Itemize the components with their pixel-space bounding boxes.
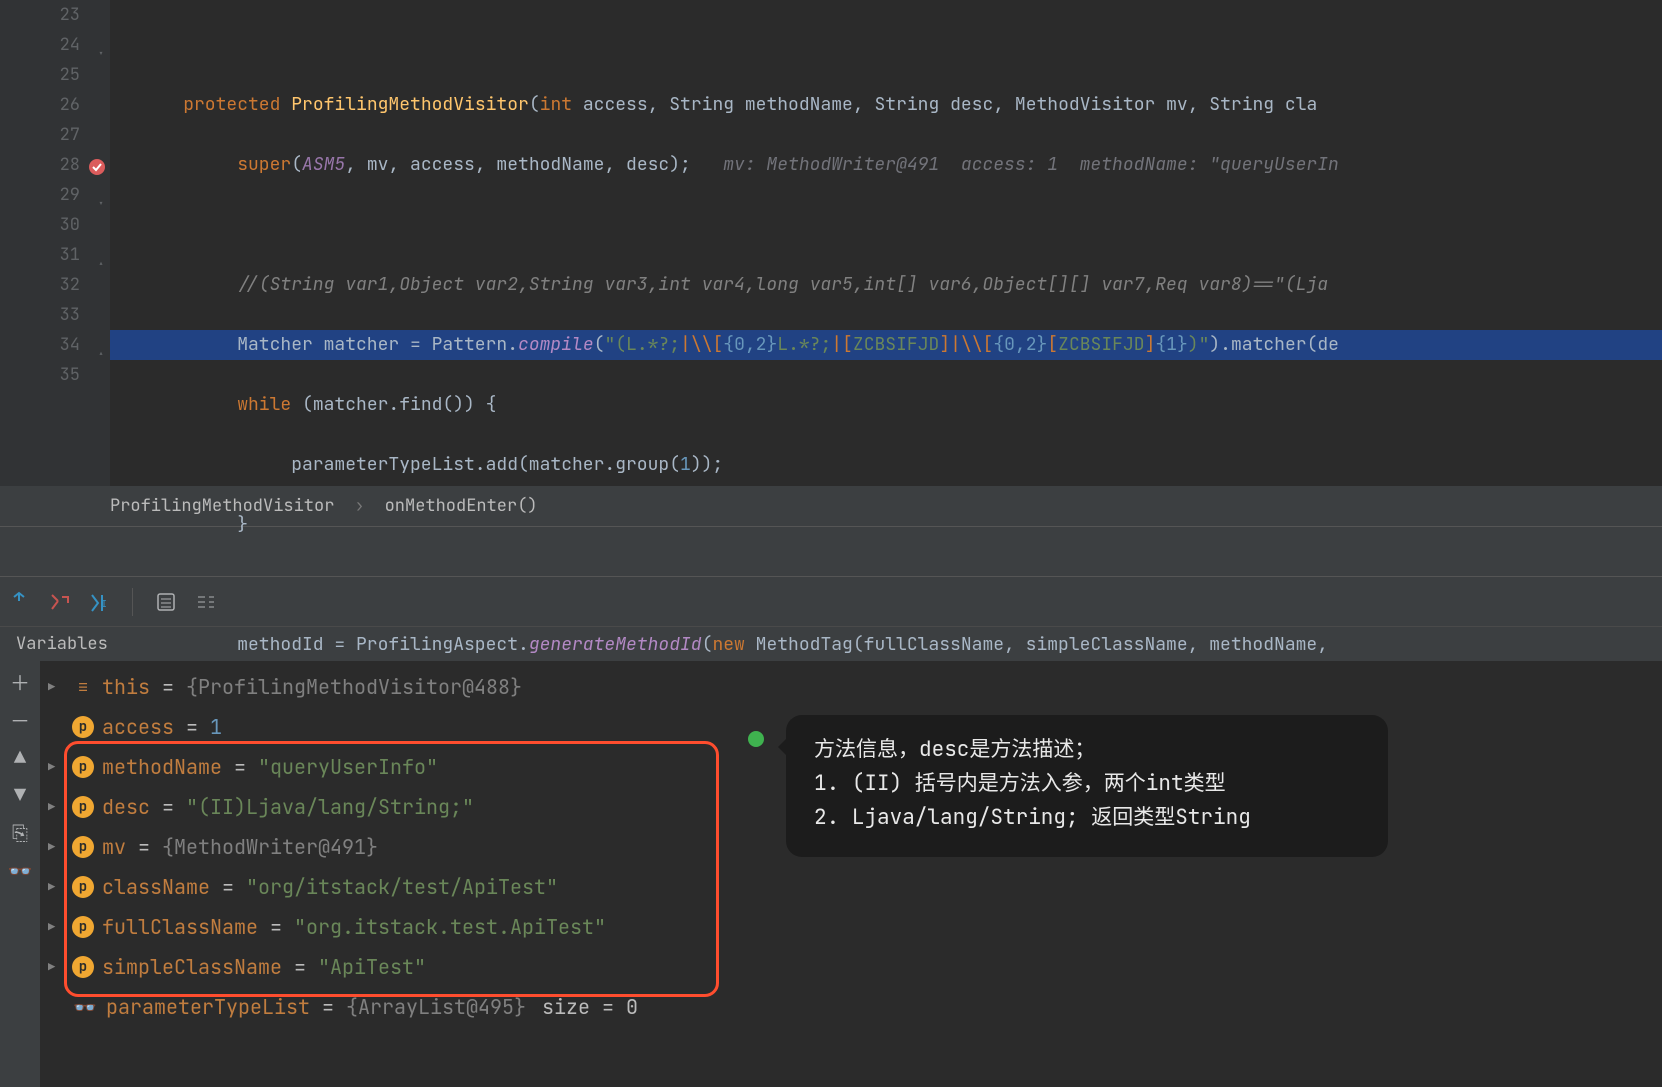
gutter-line: 24▾ [0, 30, 80, 60]
add-icon[interactable]: ＋ [10, 671, 30, 691]
variable-row[interactable]: ▶ ≡ this = {ProfilingMethodVisitor@488} [0, 667, 1662, 707]
watch-icon[interactable] [195, 591, 217, 613]
editor-gutter: 23 24▾ 25 26 27 28 29▾ 30 31▴ 32 33 34▴ … [0, 0, 110, 486]
stop-icon[interactable] [48, 591, 70, 613]
svg-text:I: I [101, 597, 107, 610]
breakpoint-icon[interactable] [88, 156, 106, 174]
code-body[interactable]: protected ProfilingMethodVisitor(int acc… [110, 0, 1662, 486]
gutter-line: 26 [0, 90, 80, 120]
variable-row[interactable]: 👓 parameterTypeList = {ArrayList@495} si… [0, 987, 1662, 1027]
gutter-line: 34▴ [0, 330, 80, 360]
down-icon[interactable]: ▼ [10, 785, 30, 805]
fold-icon[interactable]: ▴ [92, 339, 104, 351]
param-icon: p [72, 956, 94, 978]
param-icon: p [72, 716, 94, 738]
code-line-current: Matcher matcher = Pattern.compile("(L.*?… [110, 330, 1662, 360]
fold-icon[interactable]: ▴ [92, 249, 104, 261]
variable-row[interactable]: ▶ p simpleClassName = "ApiTest" [0, 947, 1662, 987]
fold-icon[interactable]: ▾ [92, 39, 104, 51]
code-line: parameterTypeList.add(matcher.group(1)); [140, 450, 1662, 480]
up-icon[interactable]: ▲ [10, 747, 30, 767]
variables-sidebar: ＋ － ▲ ▼ ⎘ 👓 [0, 661, 40, 1087]
code-line: protected ProfilingMethodVisitor(int acc… [140, 90, 1662, 120]
param-icon: p [72, 836, 94, 858]
expand-icon[interactable]: ▶ [48, 919, 64, 935]
step-into-icon[interactable]: I [88, 591, 110, 613]
code-line: //(String var1,Object var2,String var3,i… [140, 270, 1662, 300]
remove-icon[interactable]: － [10, 709, 30, 729]
variables-panel: ＋ － ▲ ▼ ⎘ 👓 ▶ ≡ this = {ProfilingMethodV… [0, 661, 1662, 1087]
gutter-line: 23 [0, 0, 80, 30]
gutter-line: 31▴ [0, 240, 80, 270]
field-icon: 👓 [72, 995, 98, 1020]
gutter-line: 32 [0, 270, 80, 300]
annotation-tooltip: 方法信息，desc是方法描述； 1. (II) 括号内是方法入参，两个int类型… [786, 715, 1388, 857]
fold-icon[interactable]: ▾ [92, 189, 104, 201]
code-line: methodId = ProfilingAspect.generateMetho… [140, 630, 1662, 660]
glasses-icon[interactable]: 👓 [10, 861, 30, 881]
expand-icon[interactable]: ▶ [48, 839, 64, 855]
code-line [140, 30, 1662, 60]
gutter-line: 30 [0, 210, 80, 240]
gutter-line: 27 [0, 120, 80, 150]
restart-icon[interactable] [8, 591, 30, 613]
expand-icon[interactable]: ▶ [48, 959, 64, 975]
gutter-line: 29▾ [0, 180, 80, 210]
code-line: while (matcher.find()) { [140, 390, 1662, 420]
this-icon: ≡ [72, 676, 94, 698]
code-line [140, 210, 1662, 240]
separator [132, 588, 133, 616]
expand-icon[interactable]: ▶ [48, 679, 64, 695]
tooltip-line: 1. (II) 括号内是方法入参，两个int类型 [814, 767, 1362, 801]
gutter-line: 33 [0, 300, 80, 330]
param-icon: p [72, 916, 94, 938]
editor-area: 23 24▾ 25 26 27 28 29▾ 30 31▴ 32 33 34▴ … [0, 0, 1662, 486]
gutter-line: 28 [0, 150, 80, 180]
code-line: } [140, 510, 1662, 540]
variable-row[interactable]: ▶ p className = "org/itstack/test/ApiTes… [0, 867, 1662, 907]
param-icon: p [72, 756, 94, 778]
expand-icon[interactable]: ▶ [48, 759, 64, 775]
gutter-line [0, 390, 80, 420]
gutter-line: 35 [0, 360, 80, 390]
code-line [140, 570, 1662, 600]
gutter-line: 25 [0, 60, 80, 90]
expand-icon[interactable]: ▶ [48, 799, 64, 815]
param-icon: p [72, 796, 94, 818]
copy-icon[interactable]: ⎘ [10, 823, 30, 843]
expand-icon[interactable]: ▶ [48, 879, 64, 895]
variable-row[interactable]: ▶ p fullClassName = "org.itstack.test.Ap… [0, 907, 1662, 947]
tooltip-line: 方法信息，desc是方法描述； [814, 733, 1362, 767]
pointer-dot-icon [748, 731, 764, 747]
param-icon: p [72, 876, 94, 898]
tooltip-line: 2. Ljava/lang/String; 返回类型String [814, 801, 1362, 835]
code-line: super(ASM5, mv, access, methodName, desc… [140, 150, 1662, 180]
